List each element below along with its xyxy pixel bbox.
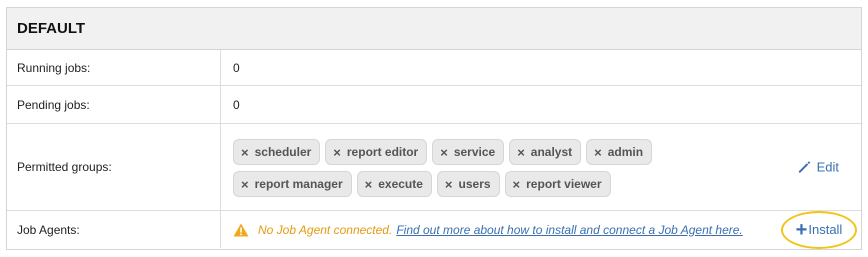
group-chip[interactable]: × service bbox=[432, 139, 505, 165]
group-chip-label: execute bbox=[378, 177, 423, 191]
job-agent-help-link[interactable]: Find out more about how to install and c… bbox=[396, 223, 742, 237]
properties-table: Running jobs: 0 Pending jobs: 0 Permitte… bbox=[7, 50, 861, 249]
edit-button[interactable]: Edit bbox=[797, 160, 839, 175]
remove-icon[interactable]: × bbox=[513, 177, 521, 192]
pending-jobs-value: 0 bbox=[220, 85, 861, 124]
group-chip-label: users bbox=[458, 177, 491, 191]
remove-icon[interactable]: × bbox=[517, 145, 525, 160]
pencil-icon bbox=[798, 161, 810, 173]
install-button[interactable]: + Install bbox=[781, 210, 857, 249]
running-jobs-value: 0 bbox=[233, 60, 240, 75]
warning-icon bbox=[233, 223, 249, 236]
plus-icon: + bbox=[795, 218, 808, 241]
table-row: Running jobs: 0 bbox=[7, 50, 861, 86]
panel-title: DEFAULT bbox=[7, 8, 861, 50]
remove-icon[interactable]: × bbox=[241, 177, 249, 192]
group-chip[interactable]: × analyst bbox=[509, 139, 582, 165]
job-agents-cell: No Job Agent connected. Find out more ab… bbox=[220, 210, 861, 249]
group-chip-label: report viewer bbox=[526, 177, 602, 191]
group-chip[interactable]: × report manager bbox=[233, 171, 352, 197]
group-chip[interactable]: × execute bbox=[356, 171, 432, 197]
running-jobs-label: Running jobs: bbox=[7, 50, 221, 86]
group-chip-label: service bbox=[453, 145, 496, 159]
permitted-groups-cell: × scheduler × report editor × service × analyst… bbox=[220, 123, 861, 211]
group-chip-label: analyst bbox=[530, 145, 573, 159]
group-chip-label: report editor bbox=[346, 145, 419, 159]
group-chip[interactable]: × users bbox=[436, 171, 500, 197]
remove-icon[interactable]: × bbox=[594, 145, 602, 160]
table-row: Job Agents: No Job Agent connected. Find… bbox=[7, 210, 861, 249]
group-chip-label: report manager bbox=[254, 177, 343, 191]
permitted-groups-label: Permitted groups: bbox=[7, 123, 221, 211]
group-chip[interactable]: × scheduler bbox=[233, 139, 321, 165]
group-chip-label: admin bbox=[607, 145, 644, 159]
table-row: Permitted groups: × scheduler × report edit… bbox=[7, 123, 861, 211]
table-row: Pending jobs: 0 bbox=[7, 85, 861, 124]
group-chip[interactable]: × report editor bbox=[325, 139, 428, 165]
group-chip-label: scheduler bbox=[254, 145, 312, 159]
group-chip[interactable]: × report viewer bbox=[504, 171, 611, 197]
remove-icon[interactable]: × bbox=[440, 145, 448, 160]
remove-icon[interactable]: × bbox=[333, 145, 341, 160]
pending-jobs-label: Pending jobs: bbox=[7, 85, 221, 124]
no-agent-warning: No Job Agent connected. bbox=[258, 222, 393, 237]
job-agent-status: No Job Agent connected. Find out more ab… bbox=[233, 223, 861, 237]
remove-icon[interactable]: × bbox=[445, 177, 453, 192]
remove-icon[interactable]: × bbox=[365, 177, 373, 192]
remove-icon[interactable]: × bbox=[241, 145, 249, 160]
install-label: Install bbox=[808, 222, 843, 237]
edit-label: Edit bbox=[816, 159, 839, 175]
settings-panel: DEFAULT Running jobs: 0 Pending jobs: 0 … bbox=[6, 7, 862, 250]
group-chip[interactable]: × admin bbox=[586, 139, 653, 165]
group-chips: × scheduler × report editor × service × analyst… bbox=[233, 137, 673, 197]
job-agents-label: Job Agents: bbox=[7, 210, 221, 248]
